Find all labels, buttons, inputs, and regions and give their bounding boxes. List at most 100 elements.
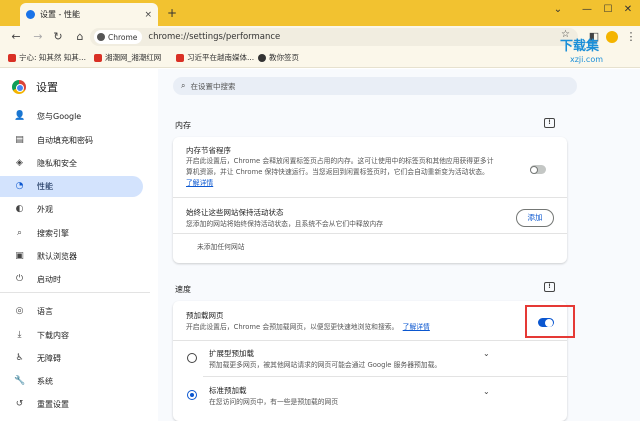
preload-desc: 开启此设置后，Chrome 会预加载网页，以便您更快速地浏览和搜索。 了解详情 [186,322,430,333]
shield-icon: ◈ [16,158,23,168]
sidebar-item-label: 下载内容 [37,331,69,340]
settings-sidebar: 设置 👤 您与Google ▤ 自动填充和密码 ◈ 隐私和安全 ◔ 性能 ◐ 外观 ⌕ 搜索… [0,69,158,421]
learn-more-link[interactable]: 了解详情 [403,323,430,331]
power-icon: ⏻ [15,274,24,284]
memory-card: 内存节省程序 开启此设置后，Chrome 会释放闲置标签页占用的内存。这可让使用… [173,137,567,263]
gear-icon [26,10,35,19]
address-bar[interactable]: Chrome chrome://settings/performance ☆ [90,28,578,46]
person-icon: 👤 [14,111,26,121]
chevron-down-icon[interactable]: ⌄ [483,349,490,358]
reset-icon: ↺ [15,399,24,409]
chevron-down-icon[interactable]: ⌄ [483,387,490,396]
sidebar-item-languages[interactable]: ◎ 语言 [0,301,143,322]
radio-standard-preload[interactable] [187,390,197,400]
extended-preload-desc: 预加载更多网页，被其他网站请求的网页可能会通过 Google 服务器预加载。 [209,361,442,369]
chrome-logo-icon [12,80,26,94]
sidebar-item-reset[interactable]: ↺ 重置设置 [0,394,143,415]
sidebar-item-label: 自动填充和密码 [37,136,93,145]
sidebar-item-privacy[interactable]: ◈ 隐私和安全 [0,153,143,174]
radio-extended-preload[interactable] [187,353,197,363]
section-speed-heading: 速度 [175,285,191,294]
keep-active-desc: 您添加的网站将始终保持活动状态，且系统不会从它们中释放内存 [186,220,384,228]
preload-desc-text: 开启此设置后，Chrome 会预加载网页，以便您更快速地浏览和搜索。 [186,323,399,331]
browser-icon: ▣ [15,251,24,261]
memory-saver-learn-more[interactable]: 了解详情 [186,178,213,189]
page-title: 设置 [36,81,58,94]
no-sites-label: 未添加任何网站 [197,243,245,251]
menu-kebab-icon[interactable]: ⋮ [623,29,639,45]
url-text[interactable]: chrome://settings/performance [148,32,280,42]
speed-card: 预加载网页 开启此设置后，Chrome 会预加载网页，以便您更快速地浏览和搜索。… [173,301,567,421]
feedback-icon[interactable]: ! [544,282,555,292]
card-divider [173,340,567,341]
settings-search-input[interactable]: ⌕ 在设置中搜索 [173,77,577,95]
back-arrow-icon[interactable]: ← [8,29,24,45]
feedback-icon[interactable]: ! [544,118,555,128]
standard-preload-desc: 在您访问的网页中，有一些是预加载的网页 [209,398,339,406]
sidebar-item-label: 搜索引擎 [37,229,69,238]
sidebar-item-label: 您与Google [37,112,82,121]
sidebar-item-autofill[interactable]: ▤ 自动填充和密码 [0,130,143,151]
memory-saver-desc-1: 开启此设置后，Chrome 会释放闲置标签页占用的内存。这可让使用中的标签页和其… [186,157,494,165]
settings-main: ⌕ 在设置中搜索 内存 ! 内存节省程序 开启此设置后，Chrome 会释放闲置… [158,69,640,421]
bookmark-label: 教你签页 [269,53,299,62]
autofill-icon: ▤ [15,135,24,145]
tab-title: 设置 - 性能 [40,10,80,19]
sidebar-item-label: 重置设置 [37,400,69,409]
profile-avatar[interactable] [604,29,620,45]
reload-icon[interactable]: ↻ [50,29,66,45]
sidebar-item-default-browser[interactable]: ▣ 默认浏览器 [0,246,143,267]
tab-settings-performance[interactable]: 设置 - 性能 × [20,3,158,26]
sidebar-item-you-and-google[interactable]: 👤 您与Google [0,106,143,127]
sidebar-item-downloads[interactable]: ⤓ 下载内容 [0,325,143,346]
sidebar-item-search-engine[interactable]: ⌕ 搜索引擎 [0,223,143,244]
sidebar-item-system[interactable]: 🔧 系统 [0,371,143,392]
palette-icon: ◐ [15,204,24,214]
settings-brand: 设置 [12,79,58,95]
card-divider [173,197,567,198]
toggle-knob [530,165,538,174]
home-icon[interactable]: ⌂ [72,29,88,45]
learn-more-link[interactable]: 了解详情 [186,179,213,187]
sidebar-item-appearance[interactable]: ◐ 外观 [0,199,143,220]
accessibility-icon: ♿ [15,353,24,363]
bookmark-item[interactable]: 教你签页 [258,52,299,63]
forward-arrow-icon[interactable]: → [30,29,46,45]
sidebar-item-accessibility[interactable]: ♿ 无障碍 [0,348,143,369]
close-window-button[interactable]: ✕ [618,4,638,15]
annotation-highlight-box [525,305,575,338]
maximize-button[interactable]: ☐ [598,4,618,15]
favicon-icon [258,53,266,62]
standard-preload-title: 标准预加载 [209,386,247,395]
sidebar-item-label: 默认浏览器 [37,252,77,261]
avatar-icon [606,31,618,43]
chip-label: Chrome [108,32,138,42]
memory-saver-desc-2: 算机资源，并让 Chrome 保持快速运行。当您返回到闲置标签页时，它们会自动重… [186,168,489,176]
memory-saver-toggle[interactable] [530,165,546,174]
toolbar: ← → ↻ ⌂ Chrome chrome://settings/perform… [0,26,640,48]
wrench-icon: 🔧 [14,376,26,386]
search-icon: ⌕ [16,228,23,238]
chrome-icon [97,33,105,41]
bookmark-item[interactable]: 湘潮网_湘潮红网 [94,52,161,63]
sidebar-item-label: 无障碍 [37,354,61,363]
sidebar-divider [0,292,150,293]
search-placeholder: 在设置中搜索 [190,81,236,91]
site-info-chip[interactable]: Chrome [94,30,143,44]
tab-search-icon[interactable]: ⌄ [548,4,568,15]
keep-active-title: 始终让这些网站保持活动状态 [186,208,284,217]
card-divider [173,233,567,234]
tab-close-icon[interactable]: × [144,10,152,20]
minimize-button[interactable]: — [577,4,597,15]
bookmark-label: 宁心: 知其然 知其... [19,53,86,62]
tab-strip: 设置 - 性能 × + ⌄ — ☐ ✕ [0,0,640,26]
sidebar-item-performance[interactable]: ◔ 性能 [0,176,143,197]
new-tab-button[interactable]: + [164,5,180,21]
bookmark-item[interactable]: 宁心: 知其然 知其... [8,52,86,63]
add-site-button[interactable]: 添加 [516,209,554,227]
sidebar-item-on-startup[interactable]: ⏻ 启动时 [0,269,143,290]
favicon-icon [94,53,102,62]
bookmark-item[interactable]: 习近平在越南媒体... [176,52,254,63]
memory-saver-title: 内存节省程序 [186,146,231,155]
sidebar-item-label: 外观 [37,205,53,214]
